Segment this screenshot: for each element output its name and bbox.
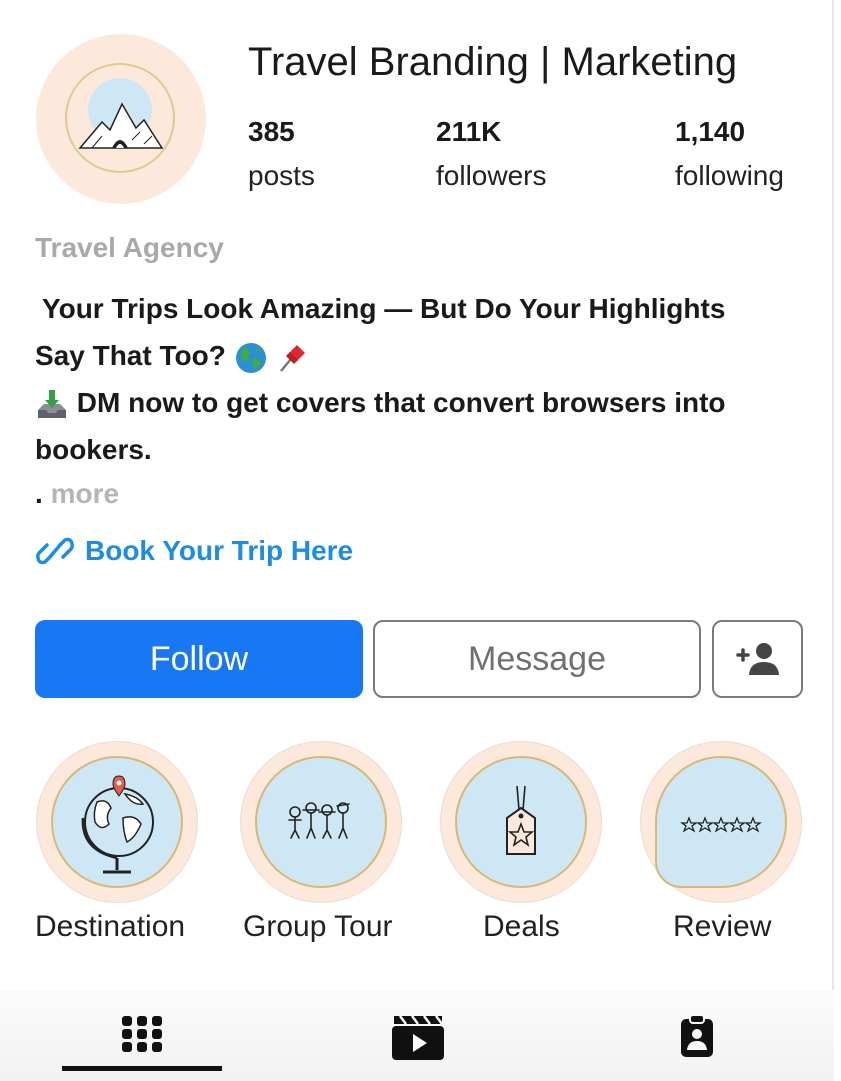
bio-line-4: bookers.: [35, 434, 152, 465]
highlight-group-tour[interactable]: [240, 741, 402, 903]
highlight-review[interactable]: [640, 741, 802, 903]
stat-posts-label: posts: [248, 160, 315, 191]
stat-posts-value: 385: [248, 116, 295, 147]
tab-reels[interactable]: [391, 1014, 445, 1067]
tagged-icon: [681, 1014, 713, 1057]
stat-following-label: following: [675, 160, 784, 191]
pushpin-emoji-icon: [280, 344, 306, 372]
highlight-review-circle: [640, 741, 802, 903]
globe-emoji-icon: [235, 342, 266, 373]
link-icon: [36, 537, 74, 565]
highlight-group-tour-label: Group Tour: [243, 910, 393, 943]
tab-active-indicator: [62, 1066, 222, 1071]
tab-tagged[interactable]: [680, 1014, 714, 1063]
profile-link[interactable]: Book Your Trip Here: [35, 535, 353, 567]
message-button[interactable]: Message: [373, 620, 701, 698]
highlight-destination-label: Destination: [35, 910, 186, 943]
add-person-icon: [735, 643, 779, 675]
profile-username: Travel Branding | Marketing: [248, 40, 738, 84]
highlight-review-label: Review: [673, 910, 772, 943]
mountain-logo-icon: [74, 72, 166, 164]
profile-category: Travel Agency: [35, 232, 224, 263]
bio-line-2: Say That Too?: [35, 340, 226, 371]
stat-followers-value: 211K: [436, 116, 502, 147]
bio-line-3: DM now to get covers that convert browse…: [76, 387, 726, 418]
follow-button[interactable]: Follow: [35, 620, 363, 698]
profile-link-text: Book Your Trip Here: [85, 535, 354, 566]
highlight-deals-circle: [440, 741, 602, 903]
add-user-button[interactable]: [712, 620, 803, 698]
more-link[interactable]: more: [51, 478, 119, 509]
stat-following-value: 1,140: [675, 116, 746, 147]
stars-bubble-icon: [680, 816, 762, 833]
stat-following[interactable]: 1,140 following: [675, 116, 784, 192]
bio-dot: .: [35, 478, 43, 509]
inbox-tray-emoji-icon: [38, 389, 66, 418]
grid-icon: [122, 1016, 162, 1052]
avatar-ring: [65, 63, 175, 173]
highlight-destination-circle: [36, 741, 198, 903]
bio-line-1: Your Trips Look Amazing — But Do Your Hi…: [42, 293, 726, 324]
reels-icon: [392, 1015, 444, 1060]
highlight-group-tour-circle: [240, 741, 402, 903]
highlight-destination[interactable]: [36, 741, 198, 903]
highlight-deals-label: Deals: [483, 910, 560, 943]
people-icon: [288, 802, 350, 839]
profile-avatar[interactable]: [36, 34, 206, 204]
stat-posts[interactable]: 385 posts: [248, 116, 315, 192]
profile-page: Travel Branding | Marketing 385 posts 21…: [0, 0, 834, 1081]
globe-icon: [81, 775, 154, 874]
tag-icon: [506, 785, 536, 855]
stat-followers[interactable]: 211K followers: [436, 116, 546, 192]
highlight-deals[interactable]: [440, 741, 602, 903]
tab-grid[interactable]: [120, 1014, 164, 1059]
profile-bio: Your Trips Look Amazing — But Do Your Hi…: [35, 285, 795, 473]
bio-more[interactable]: . more: [35, 478, 119, 510]
stat-followers-label: followers: [436, 160, 547, 191]
